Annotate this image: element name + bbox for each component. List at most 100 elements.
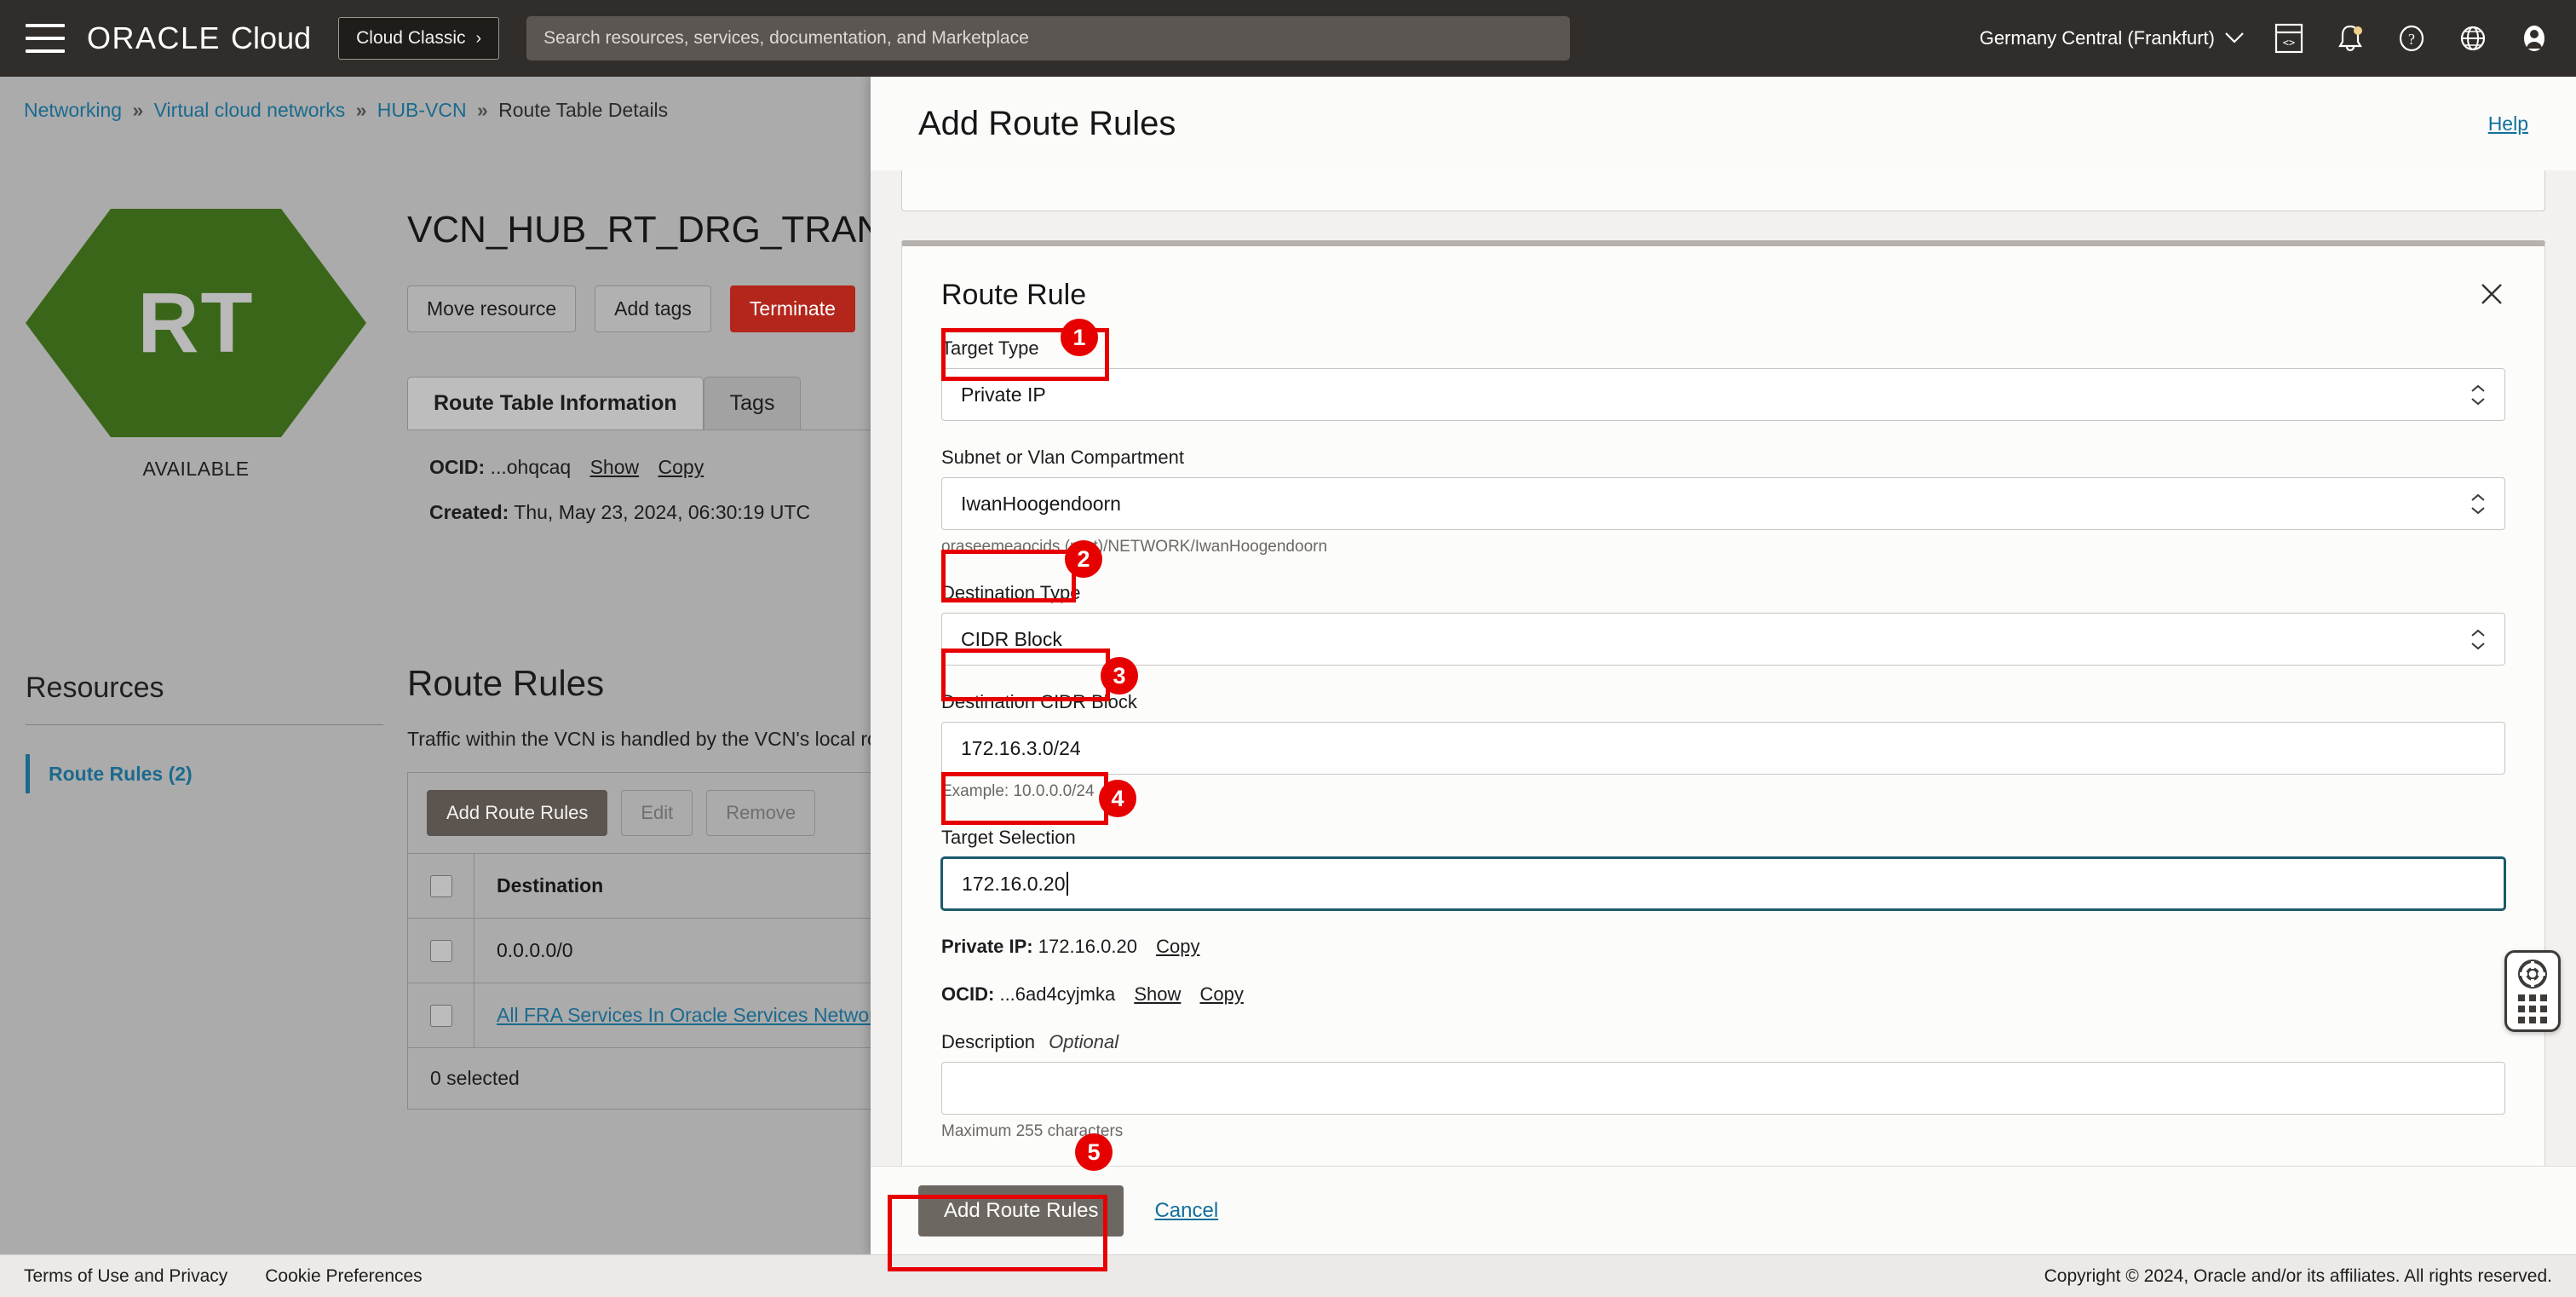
ocid-show-link[interactable]: Show bbox=[590, 456, 640, 478]
description-input[interactable] bbox=[941, 1062, 2505, 1115]
ocid-copy-link[interactable]: Copy bbox=[658, 456, 704, 478]
route-rule-card-title: Route Rule bbox=[941, 279, 1087, 311]
target-selection-field-group: Target Selection 172.16.0.20 bbox=[941, 827, 2505, 910]
destination-type-value: CIDR Block bbox=[961, 627, 1062, 650]
rule-ocid-label: OCID: bbox=[941, 983, 995, 1005]
rule-ocid-copy-link[interactable]: Copy bbox=[1199, 983, 1243, 1005]
help-question-icon[interactable]: ? bbox=[2395, 22, 2428, 55]
target-type-label: Target Type bbox=[941, 337, 1039, 359]
destination-cidr-field-group: Destination CIDR Block 172.16.3.0/24 Exa… bbox=[941, 691, 2505, 801]
submit-add-route-rules-button[interactable]: Add Route Rules bbox=[918, 1185, 1124, 1236]
destination-cidr-hint: Example: 10.0.0.0/24 bbox=[941, 782, 1095, 800]
table-row[interactable]: 0.0.0.0/0 bbox=[408, 918, 900, 983]
target-type-field-group: Target Type Private IP bbox=[941, 337, 2505, 421]
target-type-select[interactable]: Private IP bbox=[941, 368, 2505, 421]
private-ip-value: 172.16.0.20 bbox=[1038, 936, 1137, 957]
rule-ocid-show-link[interactable]: Show bbox=[1134, 983, 1181, 1005]
cell-destination: All FRA Services In Oracle Services Netw… bbox=[474, 1004, 885, 1027]
target-selection-value: 172.16.0.20 bbox=[962, 872, 1066, 895]
global-header: ORACLE Cloud Cloud Classic › Search reso… bbox=[0, 0, 2576, 77]
floating-help-widget[interactable] bbox=[2504, 950, 2561, 1032]
ocid-label: OCID: bbox=[429, 456, 486, 478]
breadcrumb-separator: » bbox=[355, 99, 367, 121]
route-rules-toolbar: Add Route Rules Edit Remove bbox=[408, 773, 900, 853]
chevron-updown-icon bbox=[2470, 629, 2486, 650]
cancel-link[interactable]: Cancel bbox=[1154, 1199, 1218, 1223]
notifications-bell-icon[interactable] bbox=[2334, 22, 2366, 55]
resources-sidebar-title: Resources bbox=[26, 672, 164, 704]
chevron-updown-icon bbox=[2470, 384, 2486, 406]
table-row[interactable]: All FRA Services In Oracle Services Netw… bbox=[408, 983, 900, 1047]
region-selector[interactable]: Germany Central (Frankfurt) bbox=[1980, 27, 2244, 49]
created-label: Created: bbox=[429, 501, 509, 523]
rule-ocid-row: OCID: ...6ad4cyjmka Show Copy bbox=[941, 983, 2505, 1006]
description-field-group: Description Optional Maximum 255 charact… bbox=[941, 1031, 2505, 1141]
user-avatar-icon[interactable] bbox=[2518, 22, 2550, 55]
terms-of-use-link[interactable]: Terms of Use and Privacy bbox=[24, 1266, 227, 1287]
subnet-compartment-select[interactable]: IwanHoogendoorn bbox=[941, 477, 2505, 530]
code-editor-icon[interactable]: <> bbox=[2273, 22, 2305, 55]
destination-cidr-input[interactable]: 172.16.3.0/24 bbox=[941, 722, 2505, 775]
resource-type-abbr: RT bbox=[137, 274, 255, 371]
brand-oracle-text: ORACLE bbox=[87, 20, 221, 55]
brand-cloud-text: Cloud bbox=[231, 20, 312, 55]
sidebar-item-route-rules[interactable]: Route Rules (2) bbox=[26, 754, 193, 793]
description-hint: Maximum 255 characters bbox=[941, 1122, 1124, 1140]
breadcrumb: Networking » Virtual cloud networks » HU… bbox=[24, 99, 668, 122]
terminate-button[interactable]: Terminate bbox=[729, 285, 855, 332]
tab-tags[interactable]: Tags bbox=[703, 377, 802, 429]
hamburger-menu-icon[interactable] bbox=[26, 24, 65, 53]
resource-badge-container: RT AVAILABLE bbox=[26, 209, 366, 481]
resource-type-hexagon: RT bbox=[26, 209, 366, 437]
panel-footer: Add Route Rules Cancel bbox=[871, 1166, 2576, 1254]
copyright-text: Copyright © 2024, Oracle and/or its affi… bbox=[2044, 1265, 2552, 1286]
chevron-right-icon: › bbox=[475, 28, 482, 48]
tab-route-table-information[interactable]: Route Table Information bbox=[407, 377, 704, 429]
row-checkbox[interactable] bbox=[429, 939, 452, 962]
search-placeholder-text: Search resources, services, documentatio… bbox=[543, 28, 1029, 48]
svg-text:<>: <> bbox=[2283, 37, 2295, 49]
move-resource-button[interactable]: Move resource bbox=[407, 285, 577, 332]
cell-destination: 0.0.0.0/0 bbox=[497, 939, 573, 961]
row-select-cell bbox=[408, 919, 474, 983]
add-route-rules-button[interactable]: Add Route Rules bbox=[427, 790, 608, 836]
created-value: Thu, May 23, 2024, 06:30:19 UTC bbox=[514, 501, 811, 523]
private-ip-copy-link[interactable]: Copy bbox=[1156, 936, 1199, 957]
close-x-icon[interactable] bbox=[2475, 277, 2509, 311]
target-selection-input[interactable]: 172.16.0.20 bbox=[941, 857, 2505, 910]
sidebar-divider bbox=[26, 724, 383, 725]
description-label-text: Description bbox=[941, 1031, 1036, 1052]
breadcrumb-vcns[interactable]: Virtual cloud networks bbox=[154, 99, 346, 121]
panel-help-link[interactable]: Help bbox=[2488, 112, 2528, 135]
row-checkbox[interactable] bbox=[429, 1004, 452, 1027]
breadcrumb-hub-vcn[interactable]: HUB-VCN bbox=[377, 99, 467, 121]
select-all-checkbox[interactable] bbox=[429, 874, 452, 897]
subnet-compartment-hint: oraseemeaocids (root)/NETWORK/IwanHoogen… bbox=[941, 538, 1328, 556]
destination-service-link[interactable]: All FRA Services In Oracle Services Netw… bbox=[497, 1004, 885, 1026]
add-tags-button[interactable]: Add tags bbox=[595, 285, 711, 332]
subnet-compartment-label: Subnet or Vlan Compartment bbox=[941, 447, 1184, 468]
target-selection-label: Target Selection bbox=[941, 827, 1076, 848]
route-rules-table-card: Add Route Rules Edit Remove Destination … bbox=[407, 772, 901, 1110]
cookie-preferences-link[interactable]: Cookie Preferences bbox=[265, 1266, 422, 1287]
cloud-classic-button[interactable]: Cloud Classic › bbox=[338, 17, 500, 60]
language-globe-icon[interactable] bbox=[2457, 22, 2489, 55]
destination-type-field-group: Destination Type CIDR Block bbox=[941, 582, 2505, 666]
description-optional-tag: Optional bbox=[1049, 1031, 1119, 1052]
target-type-value: Private IP bbox=[961, 383, 1046, 406]
route-rules-heading: Route Rules bbox=[407, 663, 605, 703]
destination-cidr-label: Destination CIDR Block bbox=[941, 691, 1137, 712]
route-rule-card: Route Rule Target Type Private IP Subnet… bbox=[901, 240, 2545, 1166]
cloud-classic-label: Cloud Classic bbox=[356, 28, 466, 48]
route-rules-description: Traffic within the VCN is handled by the… bbox=[407, 728, 889, 750]
oracle-cloud-logo[interactable]: ORACLE Cloud bbox=[87, 20, 311, 56]
edit-button[interactable]: Edit bbox=[621, 790, 693, 836]
breadcrumb-networking[interactable]: Networking bbox=[24, 99, 122, 121]
remove-button[interactable]: Remove bbox=[706, 790, 816, 836]
subnet-compartment-value: IwanHoogendoorn bbox=[961, 492, 1121, 515]
panel-title: Add Route Rules bbox=[918, 104, 1176, 142]
private-ip-row: Private IP: 172.16.0.20 Copy bbox=[941, 936, 2505, 958]
destination-type-select[interactable]: CIDR Block bbox=[941, 613, 2505, 666]
breadcrumb-separator: » bbox=[132, 99, 144, 121]
global-search-input[interactable]: Search resources, services, documentatio… bbox=[526, 16, 1571, 61]
